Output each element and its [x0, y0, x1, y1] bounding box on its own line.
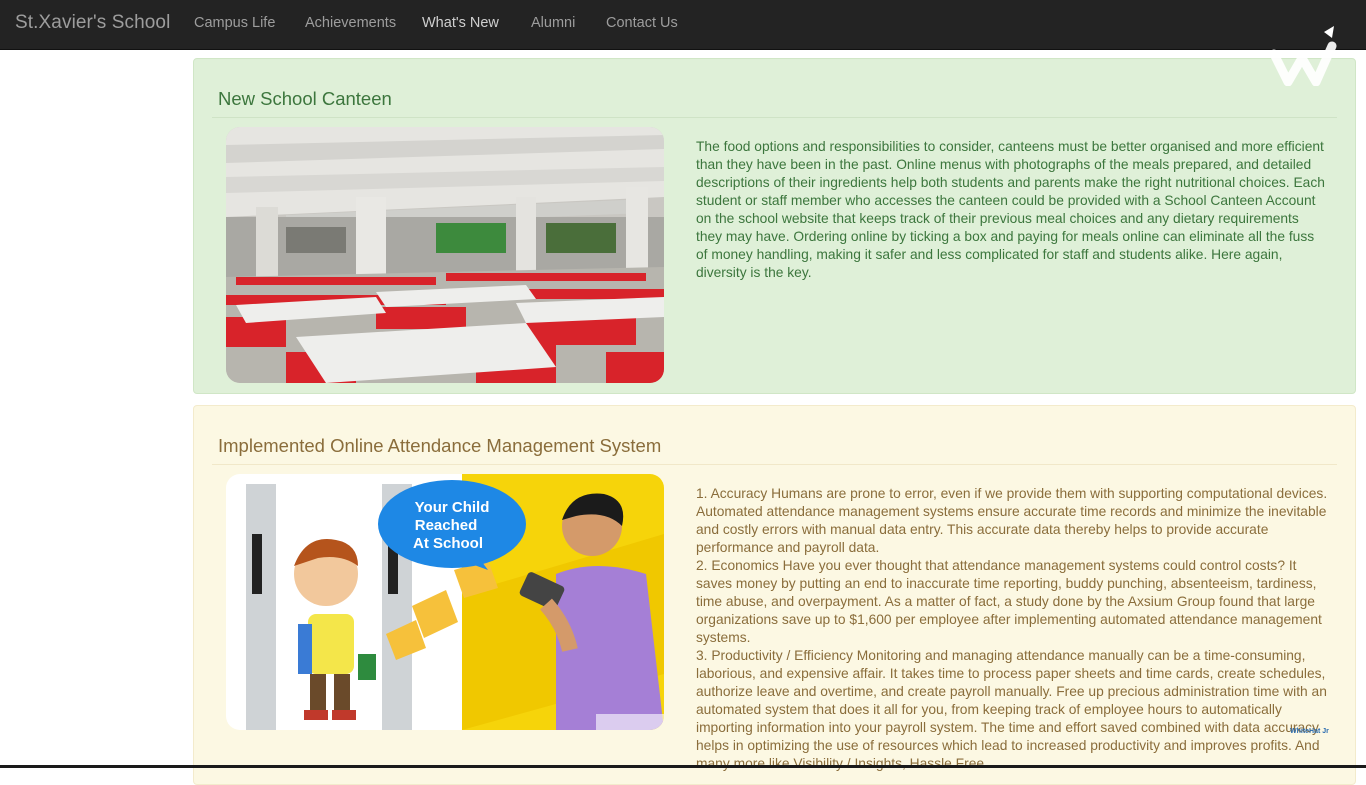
- svg-text:Reached: Reached: [415, 517, 478, 534]
- attendance-illustration: Your Child Reached At School: [226, 474, 664, 730]
- nav-contact-us[interactable]: Contact Us: [606, 15, 678, 31]
- nav-alumni[interactable]: Alumni: [531, 15, 575, 31]
- canteen-paragraph: The food options and responsibilities to…: [696, 139, 1325, 280]
- panel-divider: [212, 464, 1337, 465]
- watermark-label: WhiteHat Jr: [1290, 728, 1329, 735]
- attendance-point-accuracy: 1. Accuracy Humans are prone to error, e…: [696, 486, 1328, 555]
- whitehat-logo-icon: [1269, 26, 1337, 86]
- canteen-photo: [226, 127, 664, 383]
- brand-link[interactable]: St.Xavier's School: [15, 12, 170, 34]
- nav-campus-life[interactable]: Campus Life: [194, 15, 275, 31]
- panel-divider: [212, 117, 1337, 118]
- top-navbar: St.Xavier's School Campus Life Achieveme…: [0, 0, 1366, 50]
- nav-achievements[interactable]: Achievements: [305, 15, 396, 31]
- nav-whats-new[interactable]: What's New: [422, 15, 499, 31]
- svg-text:Your Child: Your Child: [415, 499, 490, 516]
- attendance-point-productivity: 3. Productivity / Efficiency Monitoring …: [696, 648, 1327, 771]
- canteen-panel: New School Canteen The food options and …: [193, 58, 1356, 394]
- attendance-panel-title: Implemented Online Attendance Management…: [218, 435, 662, 456]
- attendance-point-economics: 2. Economics Have you ever thought that …: [696, 558, 1322, 645]
- attendance-description: 1. Accuracy Humans are prone to error, e…: [696, 485, 1328, 773]
- canteen-panel-title: New School Canteen: [218, 88, 392, 109]
- canteen-description: The food options and responsibilities to…: [696, 138, 1328, 282]
- attendance-panel: Implemented Online Attendance Management…: [193, 405, 1356, 785]
- svg-text:At School: At School: [413, 535, 483, 552]
